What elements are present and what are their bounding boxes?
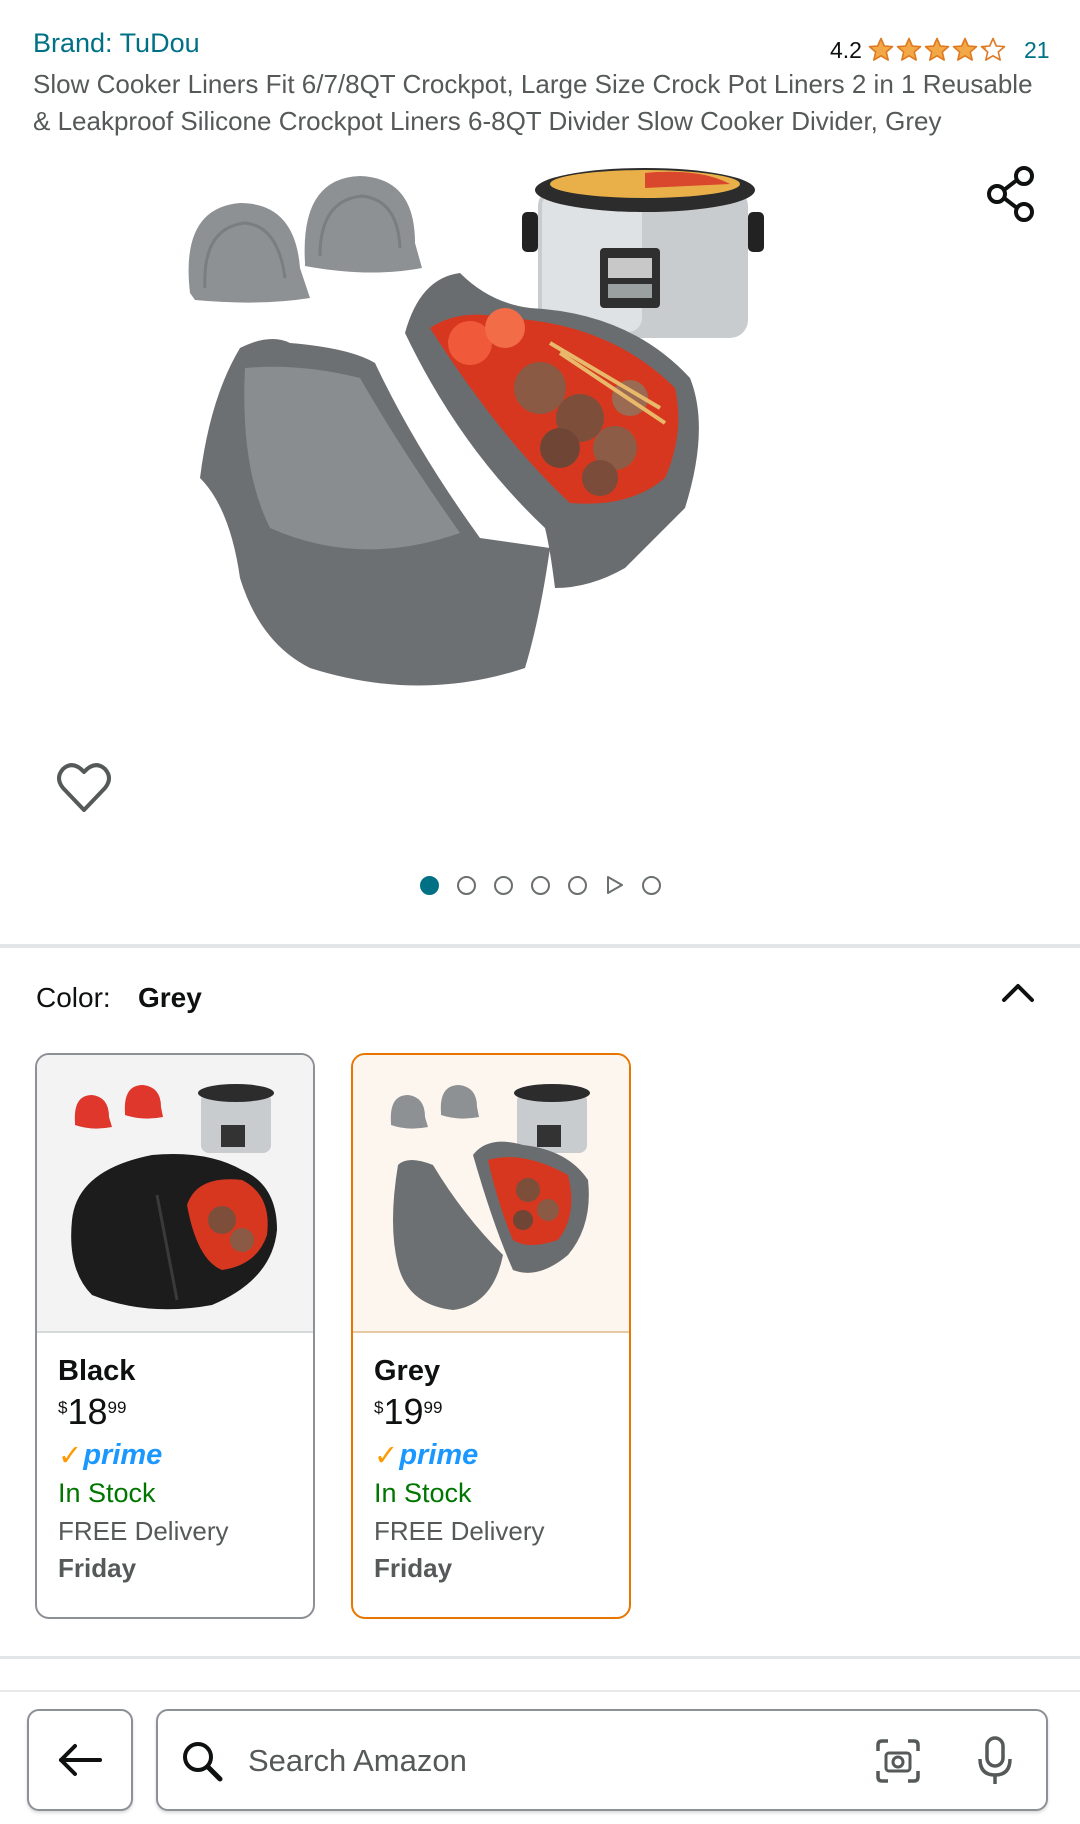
play-video-icon[interactable]	[605, 875, 624, 895]
option-price: $18 99	[58, 1391, 127, 1432]
prime-badge: ✓ prime	[58, 1438, 163, 1472]
prime-badge: ✓ prime	[374, 1438, 479, 1472]
section-divider	[0, 944, 1080, 948]
pagination-dot[interactable]	[456, 875, 476, 895]
star-full-icon	[952, 37, 978, 61]
rating-count-link[interactable]: 21	[1024, 37, 1050, 64]
pagination-dot[interactable]	[641, 875, 661, 895]
rating-summary[interactable]: 4.2 21	[830, 34, 1050, 66]
microphone-icon[interactable]	[976, 1735, 1014, 1787]
arrow-left-icon	[59, 1744, 102, 1776]
heart-icon[interactable]	[55, 760, 113, 816]
section-divider	[0, 1690, 1080, 1692]
section-divider	[0, 1656, 1080, 1659]
share-icon[interactable]	[984, 164, 1040, 224]
delivery-day: Friday	[374, 1553, 453, 1583]
star-rating	[868, 37, 1006, 63]
delivery-text: FREE Delivery	[58, 1516, 229, 1546]
color-label: Color:	[36, 982, 111, 1013]
star-partial-icon	[980, 37, 1006, 61]
pagination-dot[interactable]	[530, 875, 550, 895]
brand-link[interactable]: Brand: TuDou	[33, 28, 200, 59]
color-option-black[interactable]: Black $18 99 ✓ prime In Stock FREE Deliver…	[35, 1053, 315, 1619]
option-name: Black	[58, 1355, 136, 1387]
color-option-grey[interactable]: Grey $19 99 ✓ prime In Stock FREE Delivery…	[351, 1053, 631, 1619]
camera-icon[interactable]	[874, 1737, 922, 1785]
delivery-day: Friday	[58, 1553, 137, 1583]
product-image[interactable]	[160, 148, 900, 828]
star-full-icon	[868, 37, 894, 61]
pagination-dot[interactable]	[493, 875, 513, 895]
back-button[interactable]	[27, 1709, 133, 1811]
stock-status: In Stock	[58, 1478, 156, 1508]
rating-value: 4.2	[830, 36, 862, 63]
star-full-icon	[896, 37, 922, 61]
option-name: Grey	[374, 1355, 441, 1387]
selected-color-value: Grey	[138, 982, 202, 1013]
search-input[interactable]	[246, 1733, 810, 1789]
product-title: Slow Cooker Liners Fit 6/7/8QT Crockpot,…	[33, 69, 1033, 136]
gallery-pagination[interactable]	[0, 870, 1080, 900]
color-swatch-image	[353, 1055, 629, 1333]
delivery-text: FREE Delivery	[374, 1516, 545, 1546]
pagination-dot[interactable]	[567, 875, 587, 895]
chevron-up-icon[interactable]	[996, 972, 1040, 1012]
pagination-dot[interactable]	[419, 875, 439, 895]
color-swatch-image	[37, 1055, 313, 1333]
option-price: $19 99	[374, 1391, 443, 1432]
search-icon	[183, 1742, 223, 1782]
stock-status: In Stock	[374, 1478, 472, 1508]
search-bar[interactable]	[156, 1709, 1048, 1811]
star-full-icon	[924, 37, 950, 61]
